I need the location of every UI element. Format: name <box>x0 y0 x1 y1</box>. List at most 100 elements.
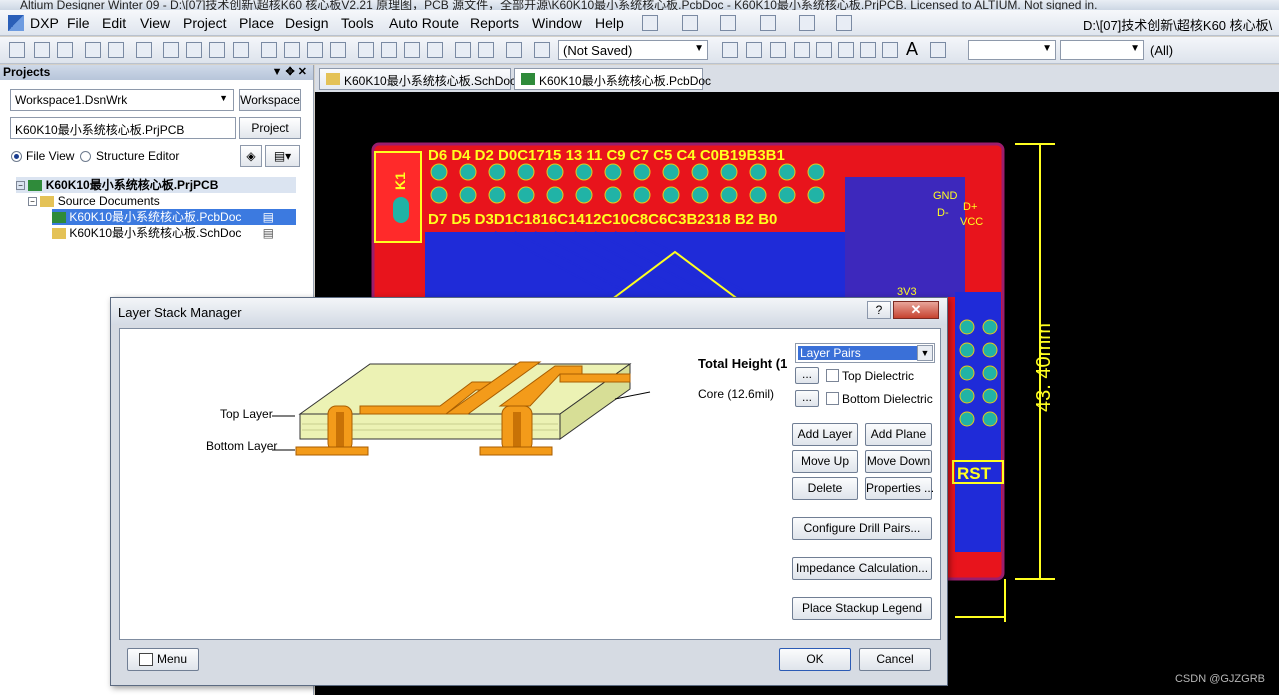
tree-row-project[interactable]: − K60K10最小系统核心板.PrjPCB <box>16 177 296 193</box>
panel-controls-icon[interactable]: ▼ ✥ ✕ <box>272 65 307 80</box>
layer-stack-diagram <box>272 361 651 456</box>
save-icon[interactable] <box>57 42 73 58</box>
copy-icon[interactable] <box>284 42 300 58</box>
zoom-selected-icon[interactable] <box>209 42 225 58</box>
structure-editor-radio[interactable] <box>80 151 91 162</box>
place-polygon-icon[interactable] <box>882 42 898 58</box>
layer-pairs-combo[interactable]: Layer Pairs ▼ <box>795 343 935 363</box>
rubber-stamp-icon[interactable] <box>330 42 346 58</box>
zoom-fit-icon[interactable] <box>163 42 179 58</box>
top-dielectric-checkbox[interactable] <box>826 369 839 382</box>
place-fill-icon[interactable] <box>860 42 876 58</box>
tree-row-pcbdoc[interactable]: K60K10最小系统核心板.PcbDoc ▤ <box>52 209 296 225</box>
filter-combo-1[interactable]: ▼ <box>968 40 1056 60</box>
menu-place[interactable]: Place <box>239 15 274 31</box>
project-docs-button[interactable]: ▤▾ <box>265 145 300 167</box>
3d-view-icon[interactable] <box>136 42 152 58</box>
menu-project[interactable]: Project <box>183 15 227 31</box>
undo-icon[interactable] <box>455 42 471 58</box>
open-folder-icon[interactable] <box>34 42 50 58</box>
print-icon[interactable] <box>85 42 101 58</box>
add-plane-button[interactable]: Add Plane <box>865 423 932 446</box>
tab-pcbdoc[interactable]: K60K10最小系统核心板.PcbDoc <box>514 68 711 90</box>
project-button[interactable]: Project <box>239 117 301 139</box>
route-multi-icon[interactable] <box>770 42 786 58</box>
align-icon[interactable] <box>682 15 698 31</box>
menu-reports[interactable]: Reports <box>470 15 519 31</box>
project-field[interactable]: K60K10最小系统核心板.PrjPCB <box>10 117 236 139</box>
redo-icon[interactable] <box>478 42 494 58</box>
cancel-button[interactable]: Cancel <box>859 648 931 671</box>
place-via-icon[interactable] <box>816 42 832 58</box>
menu-dxp[interactable]: DXP <box>30 15 59 31</box>
bottom-layer-label: Bottom Layer <box>206 439 278 453</box>
pcb-pad <box>778 186 796 204</box>
pcb-pad <box>546 163 564 181</box>
menu-button[interactable]: Menu <box>127 648 199 671</box>
highlight-icon[interactable] <box>233 42 249 58</box>
help-button[interactable]: ? <box>867 301 891 319</box>
cut-icon[interactable] <box>261 42 277 58</box>
workspace-value: Workspace1.DsnWrk <box>15 93 128 107</box>
browse-components-icon[interactable] <box>534 42 550 58</box>
menu-view[interactable]: View <box>140 15 170 31</box>
place-line-icon[interactable] <box>760 15 776 31</box>
file-view-radio[interactable] <box>11 151 22 162</box>
add-layer-button[interactable]: Add Layer <box>792 423 858 446</box>
place-pad-icon[interactable] <box>794 42 810 58</box>
properties-button[interactable]: Properties ... <box>865 477 934 500</box>
top-dielectric-ellipsis-button[interactable]: ... <box>795 367 819 384</box>
tree-collapse-icon[interactable]: − <box>28 197 37 207</box>
tab-schdoc[interactable]: K60K10最小系统核心板.SchDoc <box>319 68 516 90</box>
tree-collapse-icon[interactable]: − <box>16 181 25 191</box>
select-area-icon[interactable] <box>358 42 374 58</box>
delete-button[interactable]: Delete <box>792 477 858 500</box>
route-diff-pair-icon[interactable] <box>746 42 762 58</box>
route-track-icon[interactable] <box>722 42 738 58</box>
workspace-button[interactable]: Workspace <box>239 89 301 111</box>
bottom-dielectric-checkbox[interactable] <box>826 392 839 405</box>
deselect-icon[interactable] <box>404 42 420 58</box>
interactive-routing-icon[interactable] <box>642 15 658 31</box>
menu-file[interactable]: File <box>67 15 90 31</box>
file-view-label[interactable]: File View <box>26 149 74 163</box>
place-string-icon[interactable]: A <box>906 40 922 58</box>
move-icon[interactable] <box>381 42 397 58</box>
room-icon[interactable] <box>799 15 815 31</box>
menu-tools[interactable]: Tools <box>341 15 374 31</box>
menu-auto-route[interactable]: Auto Route <box>389 15 459 31</box>
menu-edit[interactable]: Edit <box>102 15 126 31</box>
clear-filter-icon[interactable] <box>427 42 443 58</box>
save-state-combo[interactable]: (Not Saved) ▼ <box>558 40 708 60</box>
structure-editor-label[interactable]: Structure Editor <box>96 149 179 163</box>
place-stackup-legend-button[interactable]: Place Stackup Legend <box>792 597 932 620</box>
bottom-trace-1 <box>295 446 369 456</box>
menu-help[interactable]: Help <box>595 15 624 31</box>
impedance-calculation-button[interactable]: Impedance Calculation... <box>792 557 932 580</box>
bottom-dielectric-ellipsis-button[interactable]: ... <box>795 390 819 407</box>
close-button[interactable]: ✕ <box>893 301 939 319</box>
ok-button[interactable]: OK <box>779 648 851 671</box>
print-preview-icon[interactable] <box>108 42 124 58</box>
move-up-button[interactable]: Move Up <box>792 450 858 473</box>
zoom-area-icon[interactable] <box>186 42 202 58</box>
select-icon[interactable] <box>720 15 736 31</box>
place-component-icon[interactable] <box>930 42 946 58</box>
dxp-logo-icon[interactable] <box>8 15 24 31</box>
workspace-combo[interactable]: Workspace1.DsnWrk ▼ <box>10 89 234 111</box>
cross-probe-icon[interactable] <box>506 42 522 58</box>
move-down-button[interactable]: Move Down <box>865 450 932 473</box>
configure-drill-pairs-button[interactable]: Configure Drill Pairs... <box>792 517 932 540</box>
filter-combo-2[interactable]: ▼ <box>1060 40 1144 60</box>
menu-window[interactable]: Window <box>532 15 582 31</box>
project-options-button[interactable]: ◈ <box>240 145 262 167</box>
paste-icon[interactable] <box>307 42 323 58</box>
filter-all-label[interactable]: (All) <box>1150 43 1173 58</box>
pcb-project-icon <box>28 180 43 192</box>
tree-row-schdoc[interactable]: K60K10最小系统核心板.SchDoc ▤ <box>52 225 296 241</box>
grid-icon[interactable] <box>836 15 852 31</box>
menu-design[interactable]: Design <box>285 15 329 31</box>
tree-row-source-documents[interactable]: − Source Documents <box>28 193 160 209</box>
place-arc-icon[interactable] <box>838 42 854 58</box>
new-file-icon[interactable] <box>9 42 25 58</box>
